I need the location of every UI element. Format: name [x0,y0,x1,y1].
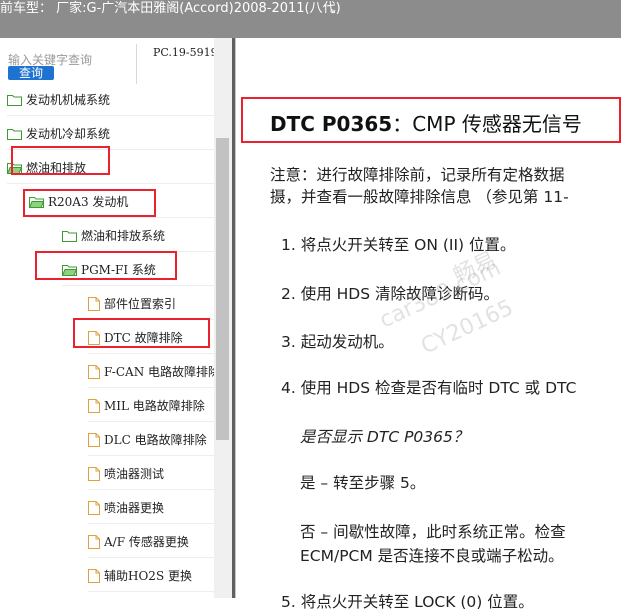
sidebar: 输入关键字查询 查询 PC.19-5919 发动机机械系统 发动机冷却系统 燃油… [0,38,232,598]
step-5: 5. 将点火开关转至 LOCK (0) 位置。 [281,593,534,611]
answer-yes: 是 – 转至步骤 5。 [300,474,426,492]
dtc-heading: DTC P0365：CMP 传感器无信号 [270,108,582,137]
top-bar: 前车型： 厂家:G-广汽本田雅阁(Accord)2008-2011(八代) 。 [0,0,621,38]
tree-item-engine-mechanical[interactable]: 发动机机械系统 [7,84,214,116]
tree-item-injector-replacement[interactable]: 喷油器更换 [88,492,214,524]
answer-no-line-2: ECM/PCM 是否连接不良或端子松动。 [300,547,564,565]
tree-item-dlc-troubleshooting[interactable]: DLC 电路故障排除 [88,424,214,456]
tree-item-component-index[interactable]: 部件位置索引 [88,288,214,320]
document-icon [88,330,100,345]
folder-icon [7,94,22,106]
tree-item-dtc-troubleshooting[interactable]: DTC 故障排除 [88,322,214,354]
question: 是否显示 DTC P0365？ [300,428,469,446]
tree-item-injector-test[interactable]: 喷油器测试 [88,458,214,490]
tree-item-r20a3-engine[interactable]: R20A3 发动机 [29,186,214,218]
title-ellipsis: 。 [330,2,341,15]
answer-no-line-1: 否 – 间歇性故障，此时系统正常。检查 [300,523,566,541]
document-icon [88,432,100,447]
vehicle-title: 前车型： 厂家:G-广汽本田雅阁(Accord)2008-2011(八代) [0,1,341,16]
document-icon [88,500,100,515]
tree-item-fuel-emission[interactable]: 燃油和排放 [7,152,214,184]
tree-item-secondary-ho2s-replacement[interactable]: 辅助HO2S 更换 [88,560,214,592]
open-folder-icon [29,196,44,208]
note-line-2: 摄，并查看一般故障排除信息 （参见第 11- [270,188,569,206]
document-icon [88,466,100,481]
step-3: 3. 起动发动机。 [281,333,394,351]
search-divider [136,44,137,84]
sidebar-scrollbar-thumb[interactable] [216,138,229,440]
tree-item-engine-cooling[interactable]: 发动机冷却系统 [7,118,214,150]
dtc-description: ：CMP 传感器无信号 [392,112,582,136]
step-4: 4. 使用 HDS 检查是否有临时 DTC 或 DTC [281,379,577,397]
tree-item-fuel-emission-system[interactable]: 燃油和排放系统 [62,220,214,252]
document-icon [88,398,100,413]
note-line-1: 注意：进行故障排除前，记录所有定格数据 [270,166,565,184]
document-icon [88,534,100,549]
folder-icon [7,128,22,140]
tree-item-mil-troubleshooting[interactable]: MIL 电路故障排除 [88,390,214,422]
search-button[interactable]: 查询 [8,66,54,80]
pc-code: PC.19-5919 [153,46,218,59]
tree-item-af-sensor-replacement[interactable]: A/F 传感器更换 [88,526,214,558]
dtc-code: DTC P0365 [270,112,393,136]
open-folder-icon [62,264,77,276]
document-icon [88,296,100,311]
tree-item-pgm-fi-system[interactable]: PGM-FI 系统 [62,254,214,286]
open-folder-icon [7,162,22,174]
document-icon [88,364,100,379]
tree-item-fcan-troubleshooting[interactable]: F-CAN 电路故障排除 [88,356,220,388]
document-icon [88,568,100,583]
folder-icon [62,230,77,242]
